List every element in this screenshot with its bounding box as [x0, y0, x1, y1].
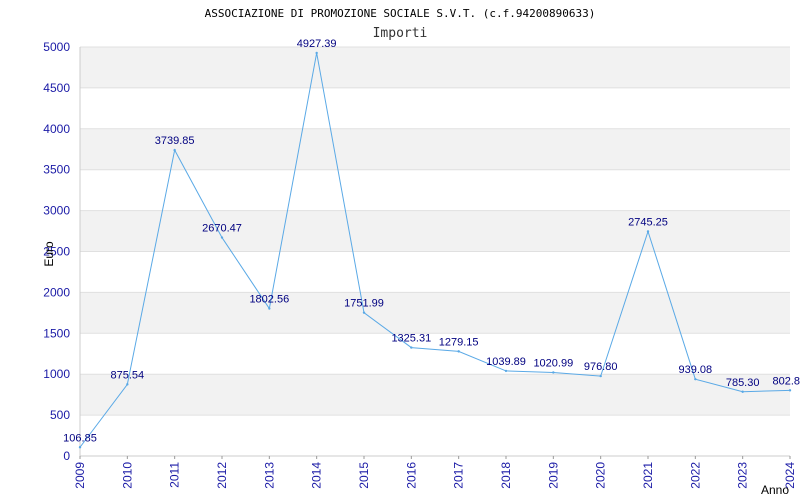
x-tick-label: 2010 [120, 462, 134, 489]
data-label: 939.08 [679, 364, 713, 376]
data-label: 106.85 [63, 432, 97, 444]
x-tick-label: 2011 [168, 462, 182, 488]
data-point [315, 51, 318, 55]
data-label: 1039.89 [486, 356, 526, 368]
y-tick-label: 3000 [43, 204, 70, 218]
y-tick-label: 1500 [43, 326, 70, 340]
data-point [552, 371, 555, 374]
grid-band [80, 292, 790, 334]
data-point [78, 446, 82, 449]
data-label: 802.8 [772, 375, 800, 387]
y-tick-label: 1000 [43, 367, 70, 381]
data-label: 1751.99 [344, 298, 384, 310]
y-tick-label: 0 [63, 449, 70, 463]
data-label: 785.30 [726, 377, 760, 389]
x-tick-label: 2017 [452, 462, 466, 489]
x-tick-label: 2022 [688, 462, 702, 489]
data-point [126, 383, 129, 386]
data-label: 875.54 [111, 369, 145, 381]
y-tick-label: 4500 [43, 81, 70, 95]
x-tick-label: 2015 [357, 462, 371, 489]
data-label: 2745.25 [628, 216, 668, 228]
data-label: 2670.47 [202, 223, 242, 235]
data-label: 1279.15 [439, 336, 479, 348]
x-tick-label: 2021 [641, 462, 655, 489]
x-tick-label: 2013 [262, 462, 276, 489]
data-label: 1020.99 [533, 357, 573, 369]
data-point [268, 307, 271, 310]
x-tick-label: 2009 [73, 462, 87, 489]
data-point [599, 374, 602, 378]
x-tick-label: 2016 [404, 462, 418, 489]
y-axis-label: Euro [42, 241, 56, 267]
data-label: 1325.31 [391, 333, 431, 345]
data-point [457, 350, 460, 353]
grid-band [80, 210, 790, 252]
data-label: 976.80 [584, 361, 618, 373]
data-label: 3739.85 [155, 135, 195, 147]
y-tick-label: 3500 [43, 163, 70, 177]
y-tick-label: 500 [50, 408, 70, 422]
data-label: 4927.39 [297, 38, 337, 50]
x-tick-label: 2014 [310, 462, 324, 489]
data-point [741, 390, 744, 393]
data-point [220, 236, 224, 239]
data-point [504, 369, 508, 373]
x-axis-label: Anno [761, 483, 789, 497]
chart-subtitle: Importi [373, 26, 428, 41]
x-tick-label: 2018 [499, 462, 513, 489]
y-tick-label: 5000 [43, 40, 70, 54]
data-point [362, 311, 366, 314]
data-point [173, 148, 176, 152]
data-point [410, 346, 413, 349]
x-tick-label: 2020 [594, 462, 608, 489]
grid-band [80, 47, 790, 88]
x-tick-label: 2012 [215, 462, 229, 489]
grid-band [80, 374, 790, 416]
y-tick-label: 2000 [43, 285, 70, 299]
data-point [694, 377, 697, 381]
y-tick-label: 4000 [43, 122, 70, 136]
data-point [646, 230, 650, 233]
x-tick-label: 2023 [736, 462, 750, 489]
chart-title: ASSOCIAZIONE DI PROMOZIONE SOCIALE S.V.T… [205, 7, 596, 20]
data-label: 1802.56 [249, 294, 289, 306]
x-tick-label: 2019 [546, 462, 560, 489]
data-point [788, 389, 792, 392]
line-chart: 0500100015002000250030003500400045005000… [0, 0, 800, 500]
